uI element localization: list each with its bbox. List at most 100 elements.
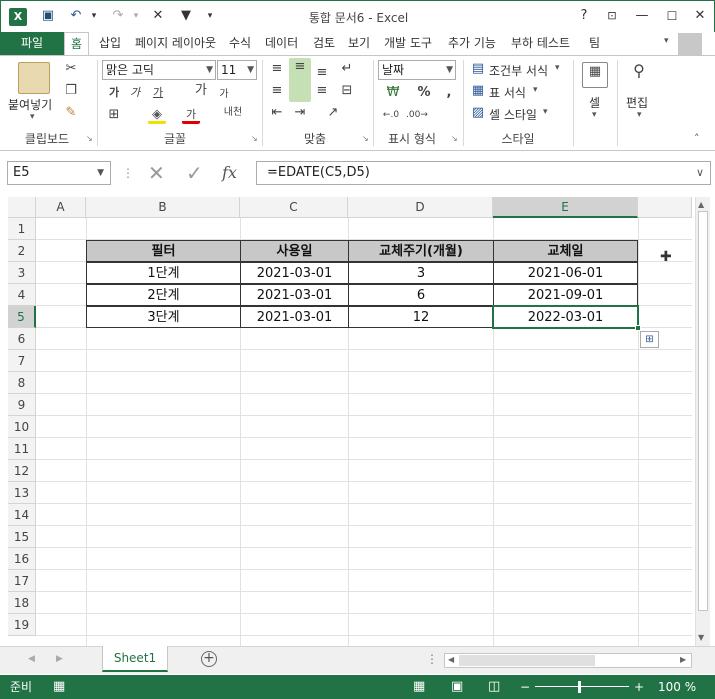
increase-decimal-icon[interactable]: ←.0 (380, 106, 402, 124)
tab-home[interactable]: 홈 (64, 32, 90, 56)
table-cell[interactable]: 2021-03-01 (240, 306, 349, 328)
chevron-down-icon[interactable]: ▾ (533, 85, 538, 95)
tab-review[interactable]: 검토 (307, 32, 341, 56)
column-header-e[interactable]: E (493, 197, 638, 218)
column-header-a[interactable]: A (36, 197, 86, 218)
align-right-icon[interactable]: ≡ (312, 82, 332, 102)
column-header-b[interactable]: B (86, 197, 240, 218)
row-header[interactable]: 14 (8, 504, 36, 526)
font-launcher-icon[interactable]: ↘ (251, 134, 258, 143)
decrease-decimal-icon[interactable]: .00→ (406, 106, 428, 124)
scroll-left-icon[interactable]: ◀ (448, 655, 454, 664)
accounting-format-icon[interactable]: ₩ (380, 84, 406, 102)
auto-fill-options-icon[interactable]: ⊞ (640, 331, 659, 348)
table-cell[interactable]: 2단계 (86, 284, 241, 306)
table-header-cell[interactable]: 교체일 (493, 240, 638, 262)
tab-data[interactable]: 데이터 (259, 32, 304, 56)
format-painter-icon[interactable]: ✎ (62, 104, 80, 122)
zoom-in-icon[interactable]: + (634, 675, 644, 699)
cell-styles-icon[interactable]: ▨ (470, 104, 486, 122)
active-cell-selection[interactable] (492, 305, 639, 329)
clipboard-launcher-icon[interactable]: ↘ (86, 134, 93, 143)
zoom-slider[interactable] (535, 686, 629, 687)
enter-icon[interactable]: ✓ (186, 161, 203, 185)
copy-icon[interactable]: ❐ (62, 82, 80, 100)
format-as-table-icon[interactable]: ▦ (470, 82, 486, 100)
cut-icon[interactable]: ✂ (62, 60, 80, 78)
tab-file[interactable]: 파일 (0, 32, 64, 56)
normal-view-icon[interactable]: ▦ (413, 675, 425, 699)
row-header[interactable]: 12 (8, 460, 36, 482)
ribbon-collapse-dropdown-icon[interactable]: ▾ (664, 36, 669, 46)
table-header-cell[interactable]: 사용일 (240, 240, 349, 262)
tab-add-ins[interactable]: 추가 기능 (442, 32, 502, 56)
decrease-indent-icon[interactable]: ⇤ (267, 104, 287, 124)
percent-style-button[interactable]: % (415, 84, 433, 102)
number-launcher-icon[interactable]: ↘ (451, 134, 458, 143)
conditional-format-button[interactable]: 조건부 서식 (489, 62, 548, 79)
format-as-table-button[interactable]: 표 서식 (489, 84, 526, 101)
cell-styles-button[interactable]: 셀 스타일 (489, 106, 537, 123)
cancel-icon[interactable]: ✕ (148, 161, 165, 185)
page-layout-view-icon[interactable]: ▣ (451, 675, 463, 699)
table-header-cell[interactable]: 교체주기(개월) (348, 240, 494, 262)
row-header[interactable]: 1 (8, 218, 36, 240)
row-header[interactable]: 2 (8, 240, 36, 262)
tab-view[interactable]: 보기 (342, 32, 376, 56)
wrap-text-icon[interactable]: ↵ (337, 60, 357, 80)
table-cell[interactable]: 2021-03-01 (240, 284, 349, 306)
column-header-d[interactable]: D (348, 197, 493, 218)
horizontal-scroll-thumb[interactable] (459, 655, 595, 666)
scroll-right-icon[interactable]: ▶ (680, 655, 686, 664)
horizontal-scrollbar[interactable]: ◀ ▶ (444, 653, 692, 668)
table-cell[interactable]: 3 (348, 262, 494, 284)
conditional-format-icon[interactable]: ▤ (470, 60, 486, 78)
zoom-slider-thumb[interactable] (578, 681, 581, 693)
row-header[interactable]: 4 (8, 284, 36, 306)
name-box[interactable]: E5 ▼ (7, 161, 111, 185)
chevron-down-icon[interactable]: ▾ (592, 110, 597, 120)
phonetic-guide-icon[interactable]: 내천 (222, 104, 244, 124)
tab-formulas[interactable]: 수식 (223, 32, 257, 56)
cells-button[interactable]: 셀 (589, 94, 600, 111)
font-color-icon[interactable]: 가 (182, 106, 200, 124)
more-icon[interactable]: ⋮ (122, 166, 134, 180)
macro-record-icon[interactable]: ▦ (53, 675, 65, 699)
column-header-c[interactable]: C (240, 197, 348, 218)
table-cell[interactable]: 1단계 (86, 262, 241, 284)
zoom-out-icon[interactable]: − (520, 675, 530, 699)
more-icon[interactable]: ⋮ (426, 652, 438, 666)
row-header[interactable]: 9 (8, 394, 36, 416)
font-size-combo[interactable]: 11 ▼ (217, 60, 257, 80)
column-header-f[interactable] (638, 197, 692, 218)
maximize-icon[interactable]: ☐ (663, 7, 681, 25)
close-button[interactable]: ✕ (691, 7, 709, 25)
row-header[interactable]: 18 (8, 592, 36, 614)
italic-icon[interactable]: 가 (127, 84, 143, 102)
insert-function-icon[interactable]: fx (222, 163, 237, 182)
sheet-tab-sheet1[interactable]: Sheet1 (102, 646, 168, 672)
table-cell[interactable]: 2021-06-01 (493, 262, 638, 284)
paste-icon[interactable] (18, 62, 50, 94)
row-header[interactable]: 6 (8, 328, 36, 350)
table-cell[interactable]: 12 (348, 306, 494, 328)
editing-button[interactable]: 편집 (626, 94, 648, 111)
row-header[interactable]: 15 (8, 526, 36, 548)
align-left-icon[interactable]: ≡ (267, 82, 287, 102)
help-button[interactable]: ? (575, 7, 593, 25)
row-header[interactable]: 8 (8, 372, 36, 394)
merge-center-icon[interactable]: ⊟ (337, 82, 357, 102)
increase-font-icon[interactable]: 가 (193, 82, 209, 102)
align-top-icon[interactable]: ≡ (267, 60, 287, 80)
formula-input[interactable]: =EDATE(C5,D5) ∨ (256, 161, 711, 185)
row-header[interactable]: 16 (8, 548, 36, 570)
underline-icon[interactable]: 가 (148, 84, 168, 102)
minimize-button[interactable]: — (633, 7, 651, 25)
next-sheet-icon[interactable]: ▶ (56, 654, 63, 664)
orientation-icon[interactable]: ↗ (322, 104, 344, 124)
zoom-level[interactable]: 100 % (658, 675, 696, 699)
bold-icon[interactable]: 가 (106, 84, 122, 102)
collapse-ribbon-icon[interactable]: ˄ (694, 132, 700, 145)
table-header-cell[interactable]: 필터 (86, 240, 241, 262)
add-sheet-icon[interactable]: + (201, 651, 217, 667)
